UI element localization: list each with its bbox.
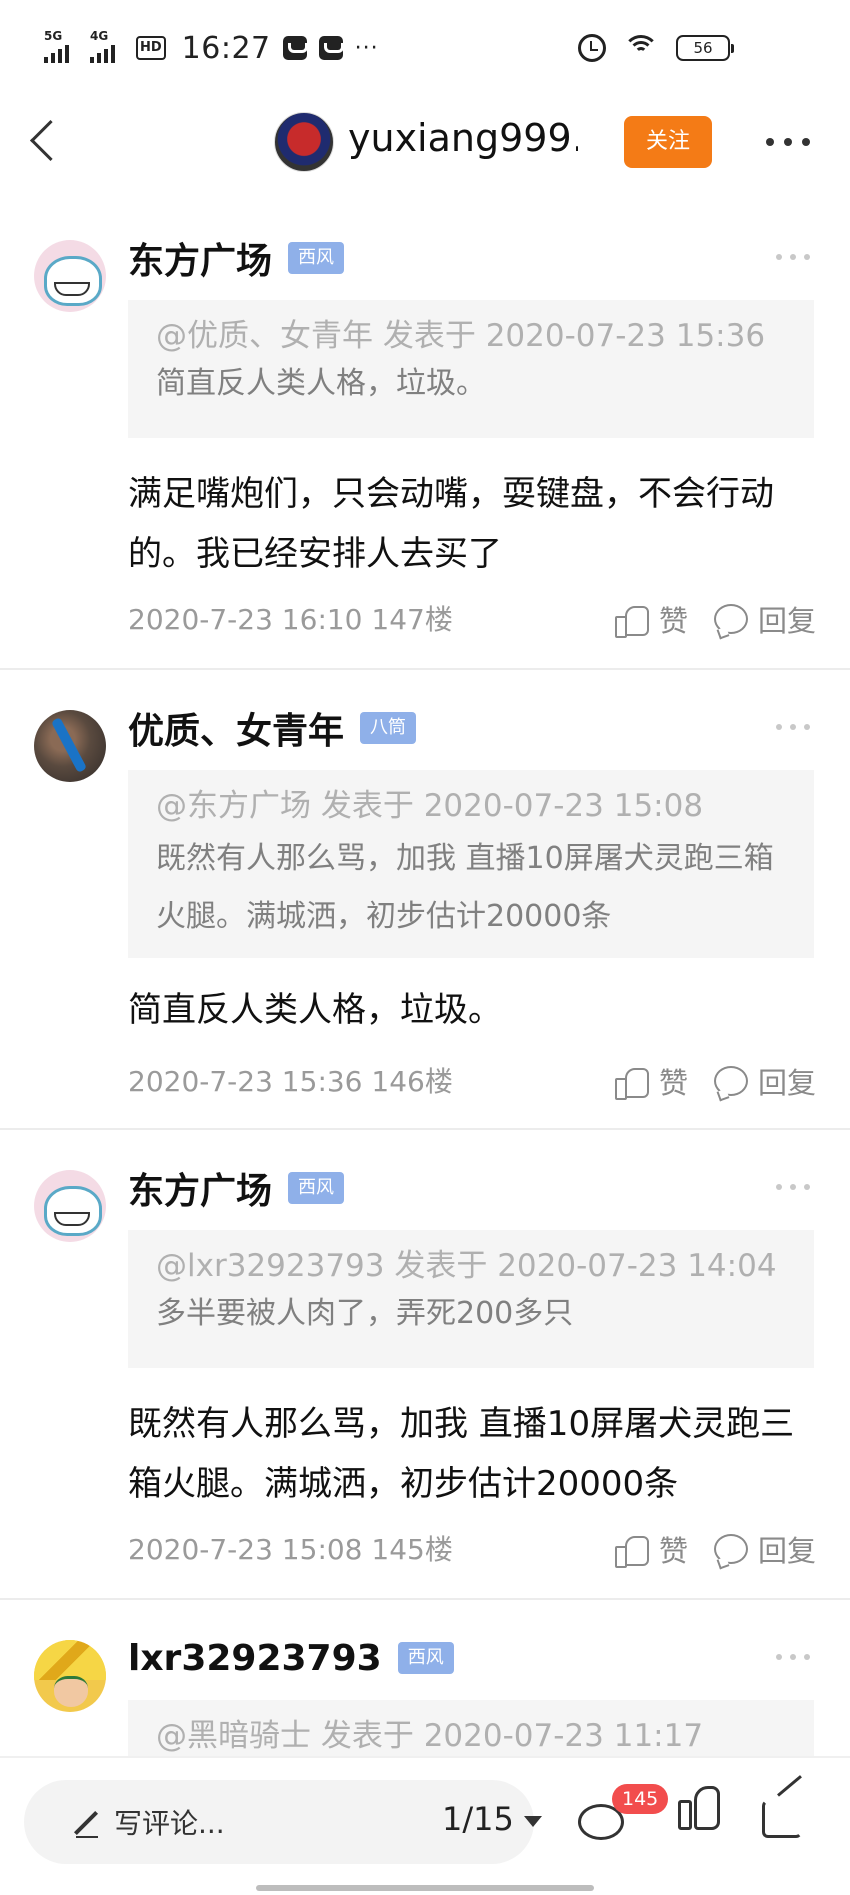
comment-item: 东方广场 西风 @lxr32923793 发表于 2020-07-23 14:0… xyxy=(0,1130,850,1600)
user-name[interactable]: 优质、女青年 xyxy=(128,702,344,754)
comment-floor: 145楼 xyxy=(371,1533,453,1566)
like-label: 赞 xyxy=(658,1066,688,1100)
notification-icon xyxy=(282,36,308,60)
quoted-comment[interactable]: @lxr32923793 发表于 2020-07-23 14:04 多半要被人肉… xyxy=(128,1230,814,1368)
sim1-label: 5G xyxy=(44,29,63,43)
home-indicator[interactable] xyxy=(256,1885,594,1891)
quoted-comment[interactable]: @优质、女青年 发表于 2020-07-23 15:36 简直反人类人格，垃圾。 xyxy=(128,300,814,438)
reply-bubble-icon xyxy=(713,1534,748,1564)
wifi-icon xyxy=(622,33,660,63)
notification-icon xyxy=(318,36,344,60)
comment-date: 2020-7-23 16:10 xyxy=(128,603,363,636)
user-avatar[interactable] xyxy=(34,710,106,782)
user-badge: 西风 xyxy=(288,1172,345,1204)
like-button[interactable]: 赞 xyxy=(614,1060,688,1102)
back-button[interactable] xyxy=(22,116,72,166)
hd-icon: HD xyxy=(136,36,166,60)
reply-bubble-icon xyxy=(713,1066,748,1096)
share-icon-arrow xyxy=(777,1775,802,1797)
status-right: 56 xyxy=(578,30,734,66)
reply-button[interactable]: 回复 xyxy=(713,598,816,640)
like-button[interactable]: 赞 xyxy=(614,598,688,640)
comment-meta: 2020-7-23 15:36 146楼 xyxy=(128,1060,453,1100)
quote-header: @东方广场 发表于 2020-07-23 15:08 xyxy=(156,788,704,824)
user-badge: 八筒 xyxy=(360,712,417,744)
status-bar: 5G 4G HD 16:27 ··· 56 xyxy=(0,0,850,96)
reply-label: 回复 xyxy=(757,1534,816,1568)
bottom-toolbar: 写评论... 1/15 xyxy=(0,1756,850,1895)
reply-bubble-icon xyxy=(713,604,748,634)
page-selector[interactable]: 1/15 xyxy=(442,1800,514,1838)
thumbs-up-icon xyxy=(614,1064,649,1100)
reply-button[interactable]: 回复 xyxy=(713,1060,816,1102)
comment-floor: 147楼 xyxy=(371,603,453,636)
user-name[interactable]: 东方广场 xyxy=(128,1162,272,1214)
author-name[interactable]: yuxiang999… xyxy=(348,116,578,160)
user-name[interactable]: lxr32923793 xyxy=(128,1638,382,1679)
comment-more-icon[interactable] xyxy=(776,724,810,734)
thumbs-up-icon xyxy=(678,1800,692,1830)
clock-time: 16:27 xyxy=(181,30,271,66)
quoted-comment[interactable]: @东方广场 发表于 2020-07-23 15:08 既然有人那么骂，加我 直播… xyxy=(128,770,814,958)
user-avatar[interactable] xyxy=(34,1640,106,1712)
follow-button[interactable]: 关注 xyxy=(624,116,712,168)
user-avatar[interactable] xyxy=(34,1170,106,1242)
comment-date: 2020-7-23 15:36 xyxy=(128,1065,363,1098)
user-avatar[interactable] xyxy=(34,240,106,312)
like-post-button[interactable] xyxy=(672,1782,732,1842)
write-comment-input[interactable]: 写评论... 1/15 xyxy=(24,1780,542,1864)
like-label: 赞 xyxy=(658,604,688,638)
quote-header: @lxr32923793 发表于 2020-07-23 14:04 xyxy=(156,1248,777,1284)
signal-4g-icon: 4G xyxy=(90,29,124,63)
quote-text: 简直反人类人格，垃圾。 xyxy=(156,366,486,401)
quote-header: @黑暗骑士 发表于 2020-07-23 11:17 xyxy=(156,1718,704,1754)
comment-list: 东方广场 西风 @优质、女青年 发表于 2020-07-23 15:36 简直反… xyxy=(0,200,850,1860)
reply-button[interactable]: 回复 xyxy=(713,1528,816,1570)
quote-text: 既然有人那么骂，加我 直播10屏屠犬灵跑三箱火腿。满城洒，初步估计20000条 xyxy=(156,841,774,934)
comment-more-icon[interactable] xyxy=(776,1654,810,1664)
quote-text: 多半要被人肉了，弄死200多只 xyxy=(156,1296,574,1331)
comment-floor: 146楼 xyxy=(371,1065,453,1098)
share-button[interactable] xyxy=(758,1775,818,1842)
thumbs-up-icon xyxy=(614,602,649,638)
comment-body: 满足嘴炮们，只会动嘴，耍键盘，不会行动的。我已经安排人去买了 xyxy=(128,474,774,574)
like-label: 赞 xyxy=(658,1534,688,1568)
comment-item: 优质、女青年 八筒 @东方广场 发表于 2020-07-23 15:08 既然有… xyxy=(0,670,850,1130)
signal-5g-icon: 5G xyxy=(44,29,78,63)
comment-count-badge: 145 xyxy=(612,1784,669,1814)
battery-icon: 56 xyxy=(676,35,734,61)
more-options-icon[interactable] xyxy=(766,128,810,156)
chevron-down-icon[interactable] xyxy=(524,1816,542,1827)
comment-placeholder: 写评论... xyxy=(114,1807,225,1840)
reply-label: 回复 xyxy=(757,604,816,638)
comment-meta: 2020-7-23 15:08 145楼 xyxy=(128,1528,453,1568)
author-avatar[interactable] xyxy=(274,112,334,172)
quote-header: @优质、女青年 发表于 2020-07-23 15:36 xyxy=(156,318,766,354)
user-badge: 西风 xyxy=(397,1642,454,1674)
share-icon xyxy=(762,1800,802,1838)
comment-meta: 2020-7-23 16:10 147楼 xyxy=(128,598,453,638)
comment-item: 东方广场 西风 @优质、女青年 发表于 2020-07-23 15:36 简直反… xyxy=(0,200,850,670)
pencil-icon xyxy=(74,1810,102,1838)
user-badge: 西风 xyxy=(288,242,345,274)
more-notifications: ··· xyxy=(354,35,379,61)
comment-body: 简直反人类人格，垃圾。 xyxy=(128,990,502,1030)
sim2-label: 4G xyxy=(90,29,109,43)
thumbs-up-icon-hand xyxy=(694,1786,720,1830)
comment-body: 既然有人那么骂，加我 直播10屏屠犬灵跑三箱火腿。满城洒，初步估计20000条 xyxy=(128,1404,795,1504)
status-left: 5G 4G HD 16:27 ··· xyxy=(44,26,379,70)
comment-date: 2020-7-23 15:08 xyxy=(128,1533,363,1566)
like-button[interactable]: 赞 xyxy=(614,1528,688,1570)
thumbs-up-icon xyxy=(614,1532,649,1568)
user-name[interactable]: 东方广场 xyxy=(128,232,272,284)
reply-label: 回复 xyxy=(757,1066,816,1100)
comment-more-icon[interactable] xyxy=(776,1184,810,1194)
comment-more-icon[interactable] xyxy=(776,254,810,264)
nav-header: yuxiang999… 关注 xyxy=(0,96,850,188)
alarm-icon xyxy=(578,34,606,62)
